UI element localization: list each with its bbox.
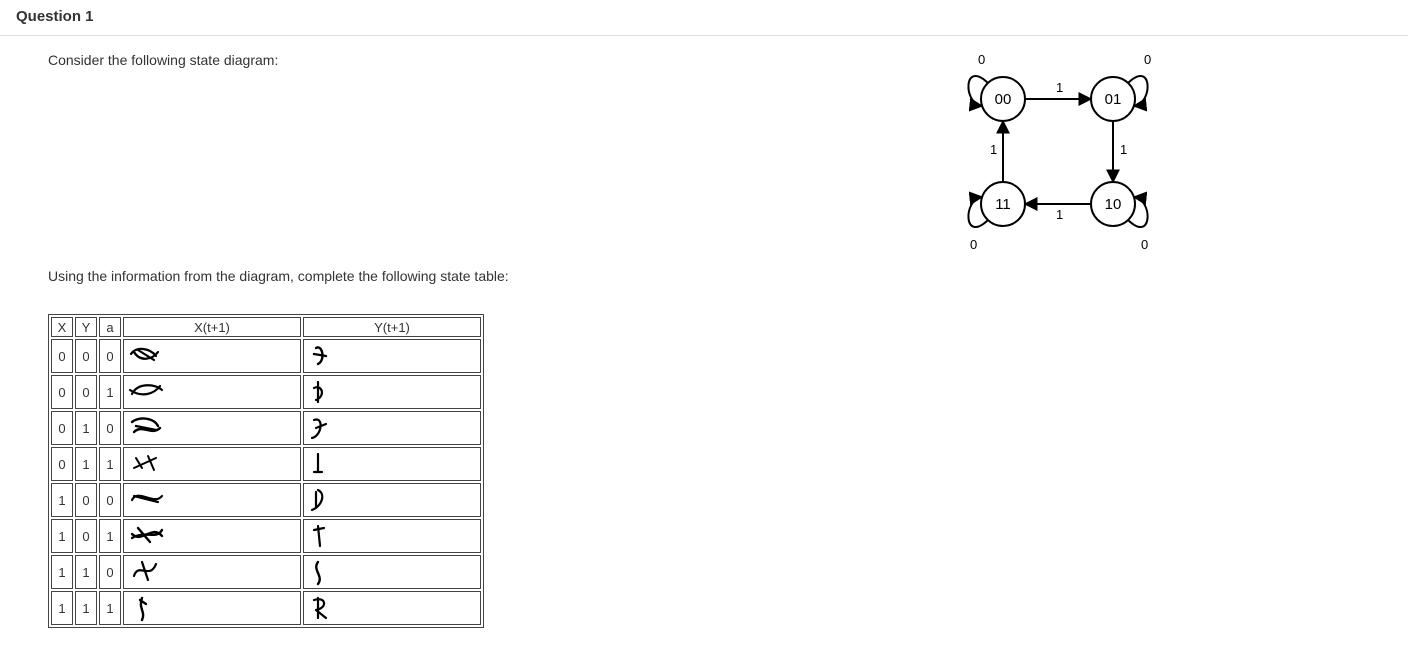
pen-scribble-icon — [128, 342, 168, 372]
answer-cell-yt[interactable] — [303, 411, 481, 445]
state-10-label: 10 — [1105, 196, 1122, 213]
subprompt-text: Using the information from the diagram, … — [48, 268, 1408, 284]
table-row: 100 — [51, 483, 481, 517]
edge-11-self-label: 0 — [970, 237, 977, 252]
cell-a: 1 — [99, 375, 121, 409]
pen-scribble-icon — [308, 522, 332, 552]
edge-00-self-label: 0 — [978, 54, 985, 67]
edge-01-10-label: 1 — [1120, 142, 1127, 157]
cell-y: 0 — [75, 375, 97, 409]
cell-x: 1 — [51, 555, 73, 589]
answer-cell-yt[interactable] — [303, 483, 481, 517]
state-11-label: 11 — [995, 196, 1011, 213]
cell-y: 1 — [75, 447, 97, 481]
edge-11-00-label: 1 — [990, 142, 997, 157]
cell-y: 1 — [75, 591, 97, 625]
pen-scribble-icon — [308, 558, 332, 588]
state-table: X Y a X(t+1) Y(t+1) 00000101001110010111… — [48, 314, 484, 628]
cell-x: 0 — [51, 339, 73, 373]
answer-cell-xt[interactable] — [123, 375, 301, 409]
answer-cell-yt[interactable] — [303, 591, 481, 625]
cell-x: 0 — [51, 411, 73, 445]
pen-scribble-icon — [128, 414, 168, 444]
cell-a: 1 — [99, 591, 121, 625]
pen-scribble-icon — [128, 378, 168, 408]
cell-x: 1 — [51, 483, 73, 517]
answer-cell-yt[interactable] — [303, 447, 481, 481]
pen-scribble-icon — [308, 486, 332, 516]
pen-scribble-icon — [308, 342, 332, 372]
answer-cell-yt[interactable] — [303, 375, 481, 409]
header-x: X — [51, 317, 73, 337]
answer-cell-xt[interactable] — [123, 591, 301, 625]
header-xt: X(t+1) — [123, 317, 301, 337]
table-row: 011 — [51, 447, 481, 481]
cell-x: 1 — [51, 519, 73, 553]
pen-scribble-icon — [308, 450, 332, 480]
table-row: 001 — [51, 375, 481, 409]
header-y: Y — [75, 317, 97, 337]
cell-a: 0 — [99, 339, 121, 373]
pen-scribble-icon — [308, 594, 332, 624]
question-body: Consider the following state diagram: 00… — [0, 36, 1408, 648]
table-row: 000 — [51, 339, 481, 373]
prompt-text: Consider the following state diagram: — [48, 52, 1408, 68]
answer-cell-xt[interactable] — [123, 519, 301, 553]
edge-01-self-label: 0 — [1144, 54, 1151, 67]
answer-cell-yt[interactable] — [303, 555, 481, 589]
cell-x: 1 — [51, 591, 73, 625]
edge-00-01-label: 1 — [1056, 80, 1063, 95]
cell-a: 1 — [99, 447, 121, 481]
pen-scribble-icon — [308, 378, 332, 408]
cell-a: 0 — [99, 555, 121, 589]
answer-cell-xt[interactable] — [123, 555, 301, 589]
state-01-label: 01 — [1105, 91, 1122, 108]
edge-10-11-label: 1 — [1056, 207, 1063, 222]
cell-a: 1 — [99, 519, 121, 553]
state-diagram: 00 01 11 10 0 0 0 0 1 1 — [948, 54, 1168, 269]
pen-scribble-icon — [128, 522, 168, 552]
header-yt: Y(t+1) — [303, 317, 481, 337]
pen-scribble-icon — [128, 450, 168, 480]
answer-cell-yt[interactable] — [303, 339, 481, 373]
cell-a: 0 — [99, 411, 121, 445]
header-a: a — [99, 317, 121, 337]
table-header-row: X Y a X(t+1) Y(t+1) — [51, 317, 481, 337]
cell-a: 0 — [99, 483, 121, 517]
table-row: 110 — [51, 555, 481, 589]
answer-cell-xt[interactable] — [123, 483, 301, 517]
pen-scribble-icon — [128, 558, 168, 588]
table-row: 101 — [51, 519, 481, 553]
table-row: 111 — [51, 591, 481, 625]
cell-y: 1 — [75, 555, 97, 589]
cell-y: 1 — [75, 411, 97, 445]
cell-x: 0 — [51, 447, 73, 481]
cell-y: 0 — [75, 519, 97, 553]
answer-cell-xt[interactable] — [123, 339, 301, 373]
pen-scribble-icon — [308, 414, 332, 444]
question-heading: Question 1 — [0, 0, 1408, 36]
pen-scribble-icon — [128, 594, 168, 624]
cell-y: 0 — [75, 339, 97, 373]
answer-cell-xt[interactable] — [123, 411, 301, 445]
cell-x: 0 — [51, 375, 73, 409]
table-row: 010 — [51, 411, 481, 445]
state-00-label: 00 — [995, 91, 1012, 108]
answer-cell-yt[interactable] — [303, 519, 481, 553]
answer-cell-xt[interactable] — [123, 447, 301, 481]
pen-scribble-icon — [128, 486, 168, 516]
cell-y: 0 — [75, 483, 97, 517]
edge-10-self-label: 0 — [1141, 237, 1148, 252]
